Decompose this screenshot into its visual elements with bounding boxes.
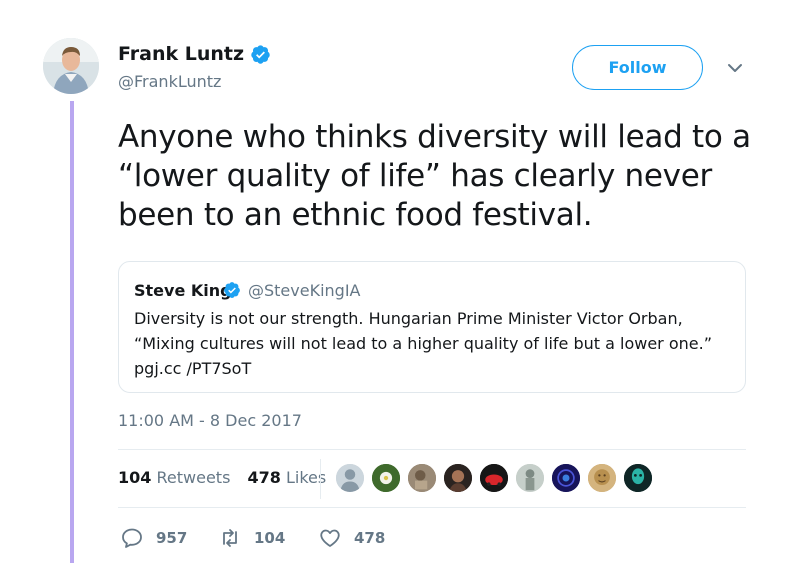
retweets-stat[interactable]: 104 Retweets: [118, 468, 230, 487]
statue-avatar[interactable]: [514, 462, 546, 494]
thread-line: [70, 101, 74, 563]
retweet-button[interactable]: 104: [218, 525, 285, 551]
divider: [118, 449, 746, 450]
quoted-author-handle: @SteveKingIA: [248, 281, 361, 300]
default-avatar[interactable]: [334, 462, 366, 494]
likes-count: 478: [247, 468, 281, 487]
tweet-timestamp[interactable]: 11:00 AM - 8 Dec 2017: [118, 411, 302, 430]
flower-avatar[interactable]: [370, 462, 402, 494]
retweet-count: 104: [254, 529, 286, 547]
quoted-tweet-text: Diversity is not our strength. Hungarian…: [134, 309, 712, 378]
heart-icon: [320, 529, 340, 547]
verified-badge-icon: [251, 45, 270, 64]
author-avatar[interactable]: [43, 38, 99, 94]
red-car-avatar[interactable]: [478, 462, 510, 494]
retweets-count: 104: [118, 468, 152, 487]
stats-separator: [320, 459, 321, 499]
gold-face-avatar[interactable]: [586, 462, 618, 494]
person-avatar[interactable]: [442, 462, 474, 494]
reply-icon: [122, 528, 142, 548]
teal-figure-avatar[interactable]: [622, 462, 654, 494]
reply-count: 957: [156, 529, 188, 547]
quoted-author-name: Steve King: [134, 281, 232, 300]
likes-stat[interactable]: 478 Likes: [248, 468, 327, 487]
reply-button[interactable]: 957: [120, 525, 187, 551]
verified-badge-icon: [224, 282, 240, 298]
blue-pattern-avatar[interactable]: [550, 462, 582, 494]
chevron-down-icon[interactable]: [725, 60, 745, 76]
author-name[interactable]: Frank Luntz: [118, 43, 244, 65]
tweet-text: Anyone who thinks diversity will lead to…: [118, 119, 751, 233]
author-handle[interactable]: @FrankLuntz: [118, 72, 221, 92]
quoted-tweet[interactable]: Steve King @SteveKingIA Diversity is not…: [118, 261, 746, 393]
retweets-label: Retweets: [156, 468, 231, 487]
divider: [118, 507, 746, 508]
sculpture-avatar[interactable]: [406, 462, 438, 494]
like-button[interactable]: 478: [318, 525, 385, 551]
retweet-icon: [223, 529, 237, 547]
tweet-stats: 104 Retweets 478 Likes: [118, 468, 338, 487]
follow-button[interactable]: Follow: [572, 45, 703, 90]
like-count: 478: [354, 529, 386, 547]
